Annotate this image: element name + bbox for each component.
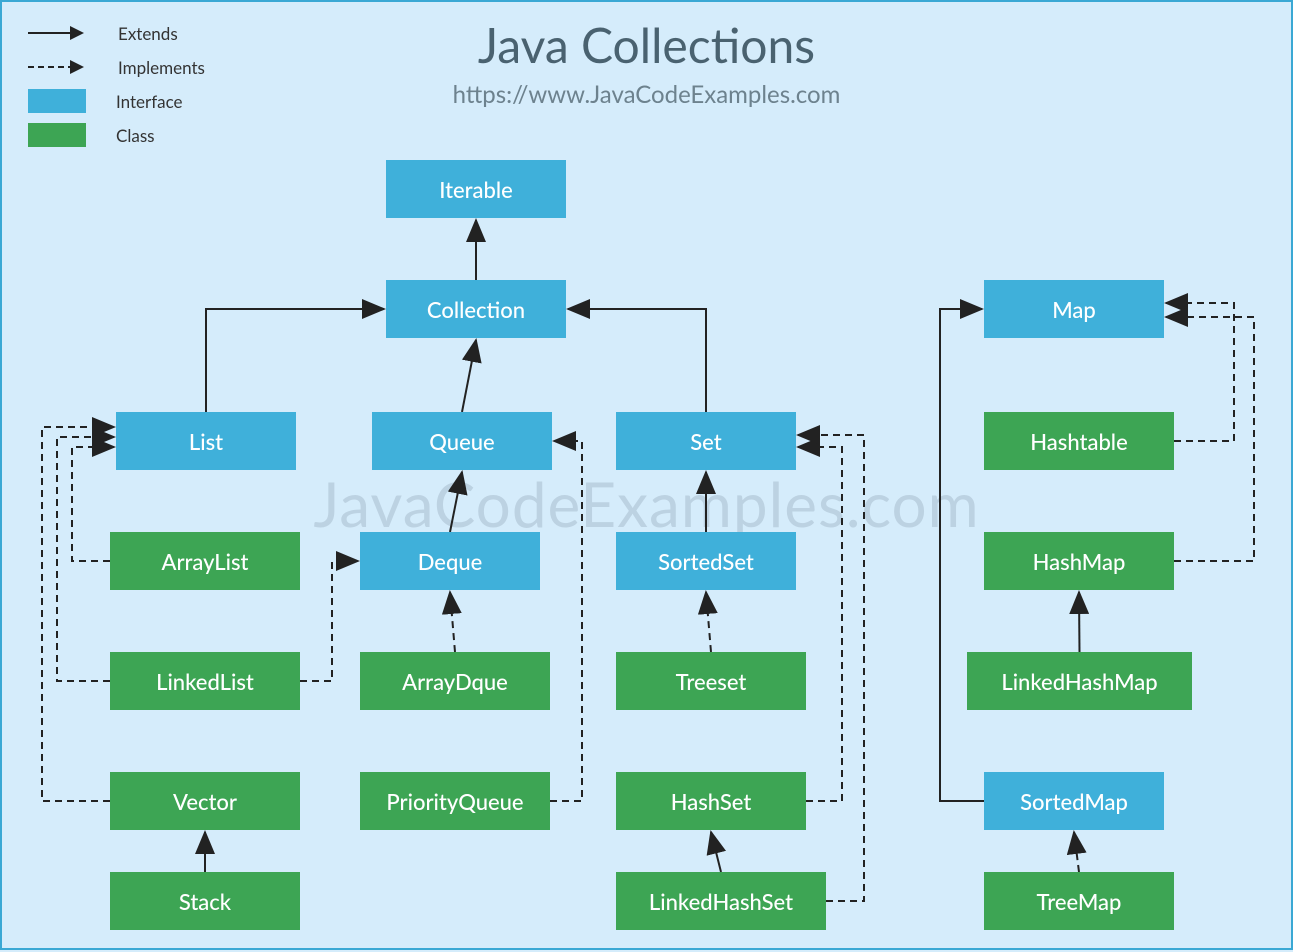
- node-queue: Queue: [372, 412, 552, 470]
- node-iterable: Iterable: [386, 160, 566, 218]
- node-list: List: [116, 412, 296, 470]
- legend-class-label: Class: [116, 125, 155, 146]
- legend-extends-label: Extends: [118, 23, 178, 44]
- node-deque: Deque: [360, 532, 540, 590]
- node-sortedset: SortedSet: [616, 532, 796, 590]
- node-treeset: Treeset: [616, 652, 806, 710]
- node-stack: Stack: [110, 872, 300, 930]
- node-linkedlist: LinkedList: [110, 652, 300, 710]
- node-hashmap: HashMap: [984, 532, 1174, 590]
- legend-implements-label: Implements: [118, 57, 205, 78]
- node-arraylist: ArrayList: [110, 532, 300, 590]
- dashed-arrow-icon: [28, 57, 88, 77]
- interface-swatch-icon: [28, 89, 86, 113]
- node-arraydeque: ArrayDque: [360, 652, 550, 710]
- node-hashset: HashSet: [616, 772, 806, 830]
- node-treemap: TreeMap: [984, 872, 1174, 930]
- node-priorityqueue: PriorityQueue: [360, 772, 550, 830]
- solid-arrow-icon: [28, 23, 88, 43]
- legend-extends: Extends: [28, 20, 205, 46]
- node-hashtable: Hashtable: [984, 412, 1174, 470]
- legend-interface-label: Interface: [116, 91, 183, 112]
- legend-implements: Implements: [28, 54, 205, 80]
- node-sortedmap: SortedMap: [984, 772, 1164, 830]
- legend: Extends Implements Interface Class: [28, 20, 205, 156]
- node-set: Set: [616, 412, 796, 470]
- node-collection: Collection: [386, 280, 566, 338]
- class-swatch-icon: [28, 123, 86, 147]
- legend-class: Class: [28, 122, 205, 148]
- watermark-text: JavaCodeExamples.com: [2, 467, 1291, 541]
- node-linkedhashset: LinkedHashSet: [616, 872, 826, 930]
- legend-interface: Interface: [28, 88, 205, 114]
- node-vector: Vector: [110, 772, 300, 830]
- node-linkedhashmap: LinkedHashMap: [967, 652, 1192, 710]
- node-map: Map: [984, 280, 1164, 338]
